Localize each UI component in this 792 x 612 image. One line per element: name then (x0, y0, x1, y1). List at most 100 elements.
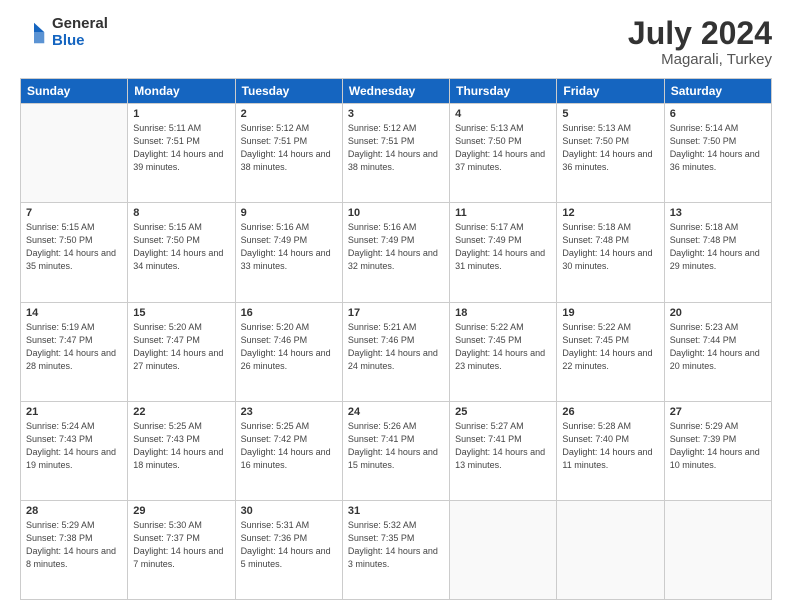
day-cell: 7Sunrise: 5:15 AMSunset: 7:50 PMDaylight… (21, 203, 128, 302)
day-cell: 2 Sunrise: 5:12 AMSunset: 7:51 PMDaylight… (235, 104, 342, 203)
day-cell: 4 Sunrise: 5:13 AMSunset: 7:50 PMDaylight… (450, 104, 557, 203)
day-number: 5 (562, 108, 658, 120)
day-info: Sunrise: 5:13 AMSunset: 7:50 PMDaylight:… (455, 122, 551, 174)
day-cell: 18 Sunrise: 5:22 AMSunset: 7:45 PMDayligh… (450, 302, 557, 401)
day-cell: 15Sunrise: 5:20 AMSunset: 7:47 PMDayligh… (128, 302, 235, 401)
day-info: Sunrise: 5:18 AMSunset: 7:48 PMDaylight:… (670, 221, 766, 273)
day-cell: 3 Sunrise: 5:12 AMSunset: 7:51 PMDaylight… (342, 104, 449, 203)
day-info: Sunrise: 5:12 AMSunset: 7:51 PMDaylight:… (241, 122, 337, 174)
day-cell: 29Sunrise: 5:30 AMSunset: 7:37 PMDayligh… (128, 500, 235, 599)
day-number: 23 (241, 406, 337, 418)
day-info: Sunrise: 5:11 AMSunset: 7:51 PMDaylight:… (133, 122, 229, 174)
day-info: Sunrise: 5:21 AMSunset: 7:46 PMDaylight:… (348, 321, 444, 373)
day-info: Sunrise: 5:29 AMSunset: 7:38 PMDaylight:… (26, 519, 122, 571)
day-number: 7 (26, 207, 122, 219)
day-cell: 17 Sunrise: 5:21 AMSunset: 7:46 PMDayligh… (342, 302, 449, 401)
day-cell: 27 Sunrise: 5:29 AMSunset: 7:39 PMDayligh… (664, 401, 771, 500)
weekday-header-wednesday: Wednesday (342, 79, 449, 104)
day-number: 6 (670, 108, 766, 120)
day-cell: 13 Sunrise: 5:18 AMSunset: 7:48 PMDayligh… (664, 203, 771, 302)
day-cell: 11Sunrise: 5:17 AMSunset: 7:49 PMDayligh… (450, 203, 557, 302)
logo-blue: Blue (52, 33, 108, 50)
day-number: 15 (133, 307, 229, 319)
day-number: 12 (562, 207, 658, 219)
day-info: Sunrise: 5:32 AMSunset: 7:35 PMDaylight:… (348, 519, 444, 571)
logo-general: General (52, 16, 108, 33)
day-number: 20 (670, 307, 766, 319)
weekday-header-monday: Monday (128, 79, 235, 104)
week-row-1: 1 Sunrise: 5:11 AMSunset: 7:51 PMDaylight… (21, 104, 772, 203)
day-number: 18 (455, 307, 551, 319)
location: Magarali, Turkey (628, 51, 772, 68)
weekday-header-saturday: Saturday (664, 79, 771, 104)
day-info: Sunrise: 5:15 AMSunset: 7:50 PMDaylight:… (133, 221, 229, 273)
weekday-header-thursday: Thursday (450, 79, 557, 104)
day-cell: 25Sunrise: 5:27 AMSunset: 7:41 PMDayligh… (450, 401, 557, 500)
day-number: 8 (133, 207, 229, 219)
day-cell: 14Sunrise: 5:19 AMSunset: 7:47 PMDayligh… (21, 302, 128, 401)
day-cell: 12Sunrise: 5:18 AMSunset: 7:48 PMDayligh… (557, 203, 664, 302)
header: General Blue July 2024 Magarali, Turkey (20, 16, 772, 68)
day-number: 9 (241, 207, 337, 219)
day-cell: 31Sunrise: 5:32 AMSunset: 7:35 PMDayligh… (342, 500, 449, 599)
day-info: Sunrise: 5:22 AMSunset: 7:45 PMDaylight:… (455, 321, 551, 373)
day-number: 28 (26, 505, 122, 517)
day-cell: 20Sunrise: 5:23 AMSunset: 7:44 PMDayligh… (664, 302, 771, 401)
day-info: Sunrise: 5:16 AMSunset: 7:49 PMDaylight:… (348, 221, 444, 273)
logo: General Blue (20, 16, 108, 49)
day-number: 3 (348, 108, 444, 120)
day-number: 13 (670, 207, 766, 219)
day-info: Sunrise: 5:25 AMSunset: 7:42 PMDaylight:… (241, 420, 337, 472)
week-row-4: 21 Sunrise: 5:24 AMSunset: 7:43 PMDayligh… (21, 401, 772, 500)
title-block: July 2024 Magarali, Turkey (628, 16, 772, 68)
day-info: Sunrise: 5:24 AMSunset: 7:43 PMDaylight:… (26, 420, 122, 472)
day-cell (450, 500, 557, 599)
weekday-header-friday: Friday (557, 79, 664, 104)
day-cell: 1 Sunrise: 5:11 AMSunset: 7:51 PMDaylight… (128, 104, 235, 203)
day-number: 22 (133, 406, 229, 418)
day-cell: 8 Sunrise: 5:15 AMSunset: 7:50 PMDaylight… (128, 203, 235, 302)
day-info: Sunrise: 5:26 AMSunset: 7:41 PMDaylight:… (348, 420, 444, 472)
day-cell: 28 Sunrise: 5:29 AMSunset: 7:38 PMDayligh… (21, 500, 128, 599)
day-info: Sunrise: 5:12 AMSunset: 7:51 PMDaylight:… (348, 122, 444, 174)
day-info: Sunrise: 5:31 AMSunset: 7:36 PMDaylight:… (241, 519, 337, 571)
day-number: 19 (562, 307, 658, 319)
day-number: 17 (348, 307, 444, 319)
day-number: 30 (241, 505, 337, 517)
day-cell: 5Sunrise: 5:13 AMSunset: 7:50 PMDaylight… (557, 104, 664, 203)
weekday-header-sunday: Sunday (21, 79, 128, 104)
page: General Blue July 2024 Magarali, Turkey … (0, 0, 792, 612)
day-cell: 6Sunrise: 5:14 AMSunset: 7:50 PMDaylight… (664, 104, 771, 203)
day-number: 21 (26, 406, 122, 418)
day-cell: 16Sunrise: 5:20 AMSunset: 7:46 PMDayligh… (235, 302, 342, 401)
weekday-header-row: SundayMondayTuesdayWednesdayThursdayFrid… (21, 79, 772, 104)
day-number: 11 (455, 207, 551, 219)
day-cell: 30 Sunrise: 5:31 AMSunset: 7:36 PMDayligh… (235, 500, 342, 599)
day-number: 27 (670, 406, 766, 418)
day-number: 10 (348, 207, 444, 219)
day-info: Sunrise: 5:20 AMSunset: 7:46 PMDaylight:… (241, 321, 337, 373)
day-cell: 21 Sunrise: 5:24 AMSunset: 7:43 PMDayligh… (21, 401, 128, 500)
week-row-3: 14Sunrise: 5:19 AMSunset: 7:47 PMDayligh… (21, 302, 772, 401)
day-number: 25 (455, 406, 551, 418)
day-info: Sunrise: 5:29 AMSunset: 7:39 PMDaylight:… (670, 420, 766, 472)
day-cell: 23 Sunrise: 5:25 AMSunset: 7:42 PMDayligh… (235, 401, 342, 500)
logo-icon (20, 19, 48, 47)
day-cell: 19Sunrise: 5:22 AMSunset: 7:45 PMDayligh… (557, 302, 664, 401)
day-number: 4 (455, 108, 551, 120)
day-cell: 22Sunrise: 5:25 AMSunset: 7:43 PMDayligh… (128, 401, 235, 500)
day-number: 26 (562, 406, 658, 418)
day-number: 2 (241, 108, 337, 120)
week-row-2: 7 Sunrise: 5:15 AMSunset: 7:50 PMDaylight… (21, 203, 772, 302)
day-cell: 9 Sunrise: 5:16 AMSunset: 7:49 PMDaylight… (235, 203, 342, 302)
day-number: 24 (348, 406, 444, 418)
weekday-header-tuesday: Tuesday (235, 79, 342, 104)
logo-text: General Blue (52, 16, 108, 49)
day-info: Sunrise: 5:28 AMSunset: 7:40 PMDaylight:… (562, 420, 658, 472)
day-cell: 10 Sunrise: 5:16 AMSunset: 7:49 PMDayligh… (342, 203, 449, 302)
day-number: 1 (133, 108, 229, 120)
day-number: 29 (133, 505, 229, 517)
calendar: SundayMondayTuesdayWednesdayThursdayFrid… (20, 78, 772, 600)
day-info: Sunrise: 5:16 AMSunset: 7:49 PMDaylight:… (241, 221, 337, 273)
week-row-5: 28 Sunrise: 5:29 AMSunset: 7:38 PMDayligh… (21, 500, 772, 599)
